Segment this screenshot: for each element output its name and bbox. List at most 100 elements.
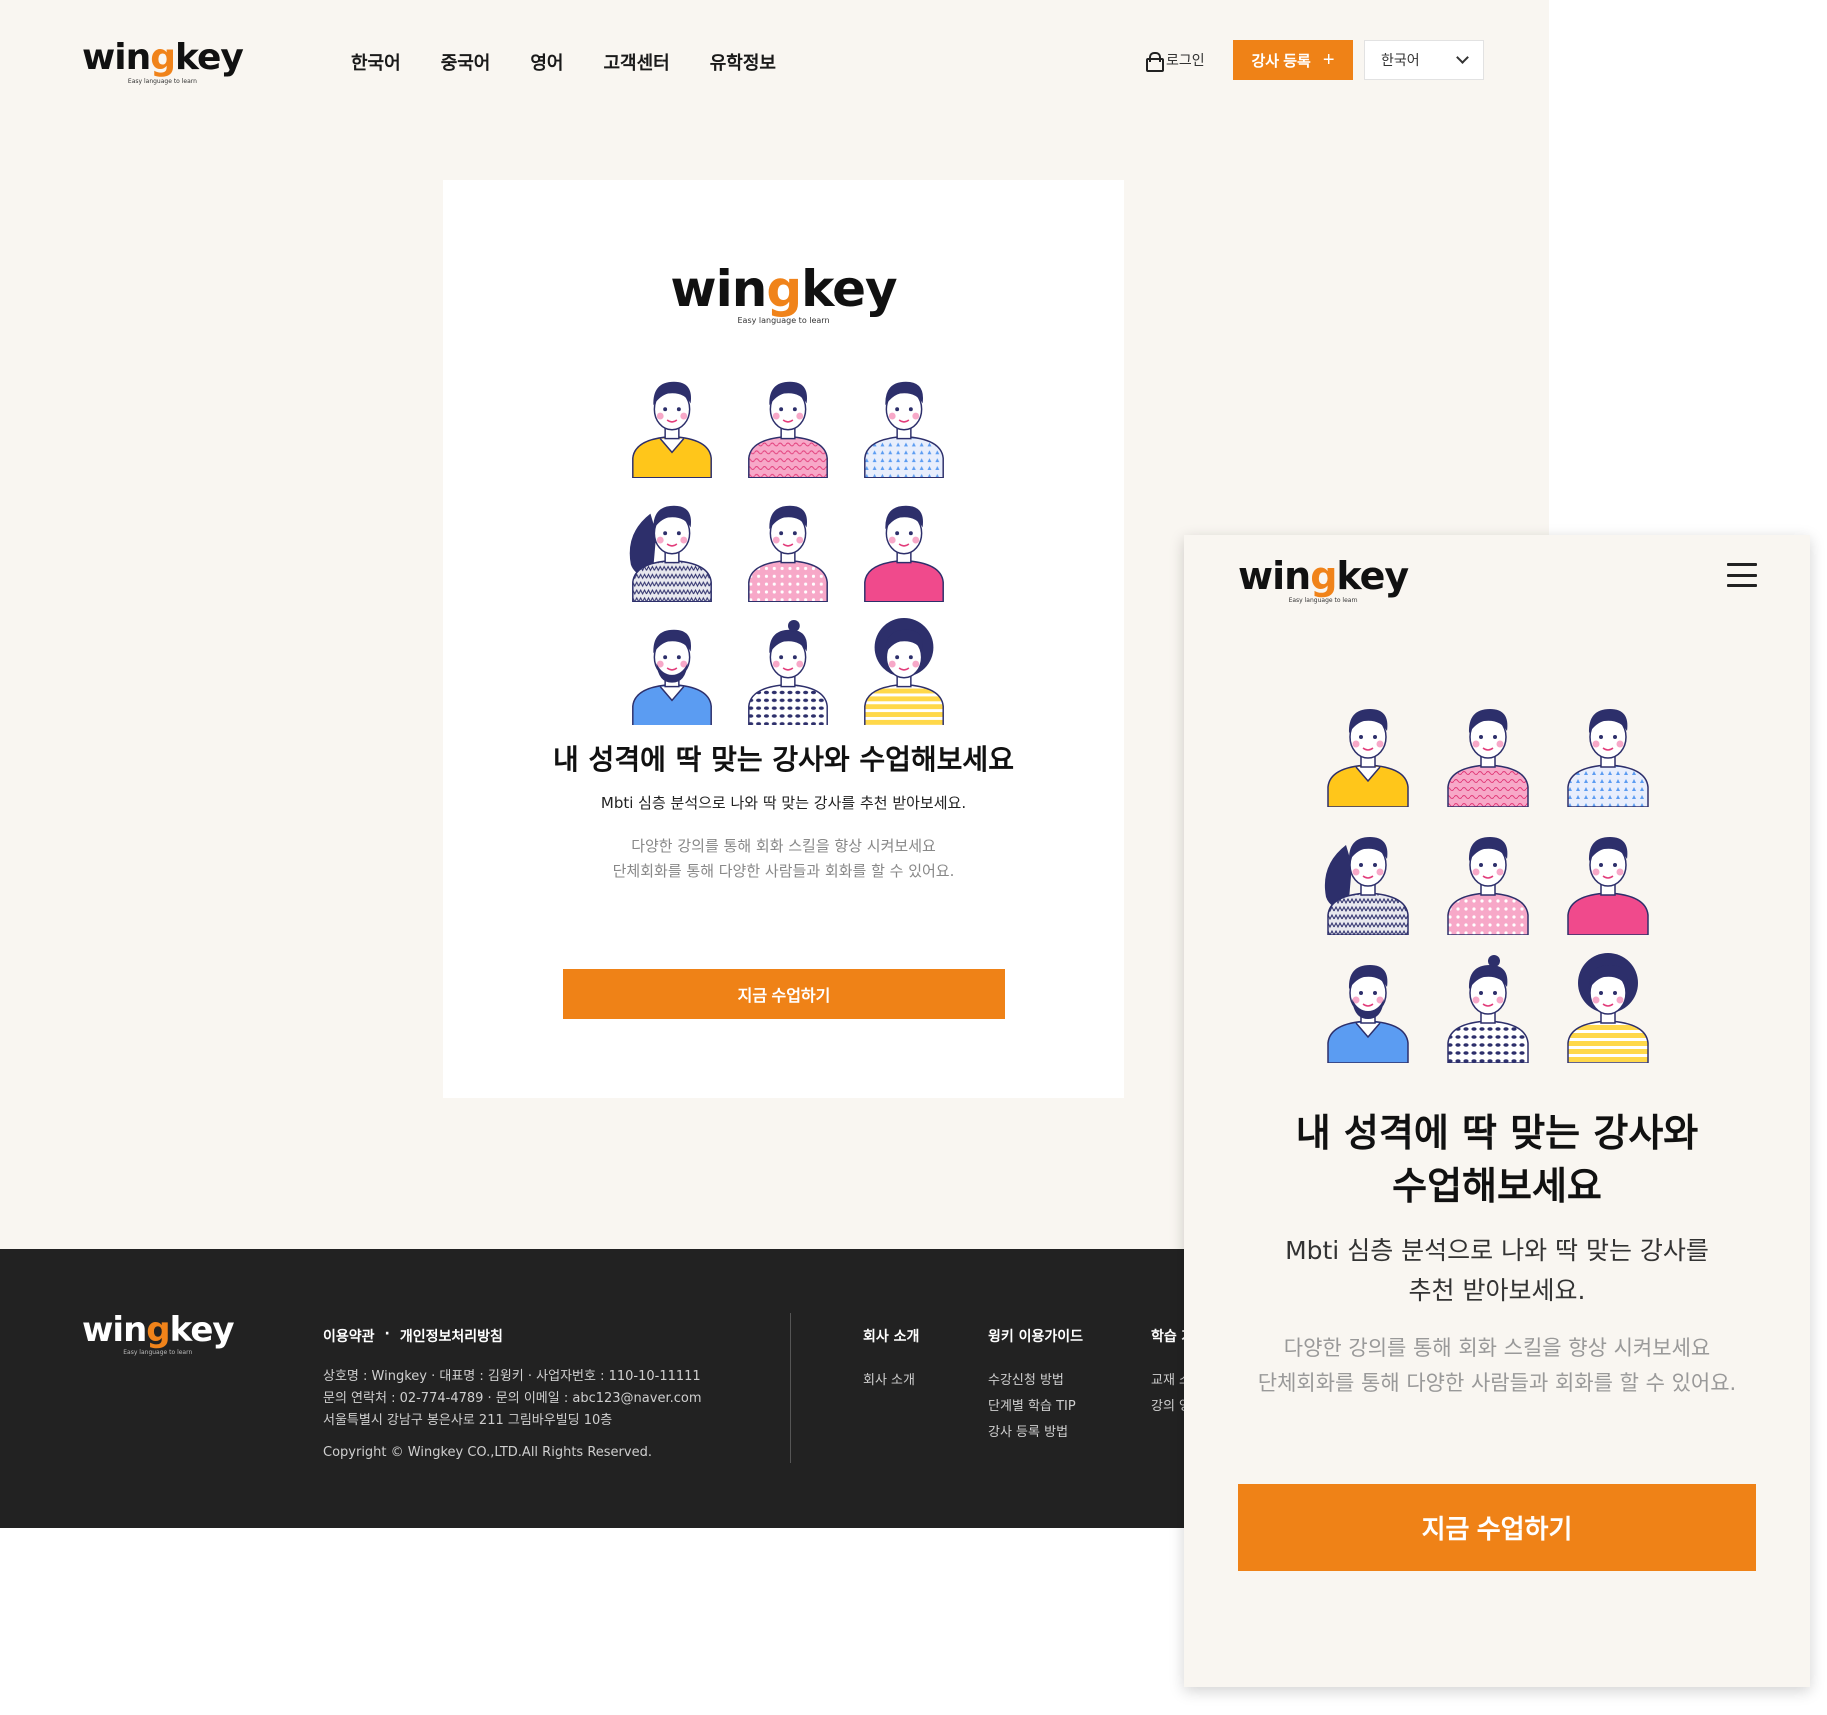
policy-separator: · — [384, 1326, 390, 1342]
hamburger-icon[interactable] — [1727, 563, 1757, 587]
language-select[interactable]: 한국어 — [1364, 40, 1484, 80]
avatar-illustration — [1327, 709, 1409, 808]
footer-logo[interactable]: wingkey Easy language to learn — [82, 1313, 235, 1356]
avatar-illustration — [748, 619, 828, 727]
avatar-illustration — [632, 629, 712, 727]
nav-korean[interactable]: 한국어 — [351, 49, 401, 75]
lock-icon — [1146, 52, 1164, 72]
copyright: Copyright © Wingkey CO.,LTD.All Rights R… — [323, 1445, 652, 1460]
nav-chinese[interactable]: 중국어 — [441, 49, 491, 75]
card-logo: wingkey Easy language to learn — [443, 264, 1124, 325]
login-link[interactable]: 로그인 — [1146, 50, 1205, 72]
logo-wordmark: wingkey — [82, 37, 244, 78]
avatar-illustration — [748, 381, 828, 479]
company-info-line: 서울특별시 강남구 봉은사로 211 그림바우빌딩 10층 — [323, 1413, 613, 1428]
footer-col-title: 윙키 이용가이드 — [988, 1329, 1084, 1345]
footer-col-company: 회사 소개 회사 소개 — [863, 1326, 919, 1394]
avatar — [855, 617, 953, 730]
avatar-illustration — [1447, 837, 1529, 936]
avatar-illustration — [1567, 953, 1649, 1064]
logo-tagline: Easy language to learn — [737, 316, 830, 325]
mobile-logo[interactable]: wingkey Easy language to learn — [1238, 554, 1409, 604]
avatar — [623, 494, 721, 606]
start-class-button[interactable]: 지금 수업하기 — [563, 969, 1005, 1019]
header-logo[interactable]: wingkey Easy language to learn — [82, 37, 244, 86]
avatar-illustration — [1324, 837, 1409, 936]
avatar — [1318, 953, 1418, 1067]
avatar — [739, 370, 837, 482]
mobile-subtitle: Mbti 심층 분석으로 나와 딱 맞는 강사를 추천 받아보세요. — [1184, 1231, 1810, 1311]
avatar — [1558, 825, 1658, 939]
avatar-illustration — [629, 505, 712, 603]
mobile-mockup: wingkey Easy language to learn 내 성격에 딱 맞… — [1184, 535, 1810, 1687]
avatar-illustration — [1447, 955, 1529, 1064]
mobile-description: 다양한 강의를 통해 회화 스킬을 향상 시켜보세요 단체회화를 통해 다양한 … — [1184, 1331, 1810, 1401]
card-desc-line: 다양한 강의를 통해 회화 스킬을 향상 시켜보세요 — [631, 837, 936, 855]
card-subtitle: Mbti 심층 분석으로 나와 딱 맞는 강사를 추천 받아보세요. — [600, 794, 967, 812]
mobile-title: 내 성격에 딱 맞는 강사와 수업해보세요 — [1184, 1107, 1810, 1213]
avatar-illustration — [864, 381, 944, 479]
avatar — [1318, 825, 1418, 939]
card-desc-line: 단체회화를 통해 다양한 사람들과 회화를 할 수 있어요. — [612, 862, 955, 880]
plus-icon: + — [1322, 48, 1335, 71]
avatar-illustration — [1447, 709, 1529, 808]
avatar — [623, 618, 721, 730]
avatar — [739, 494, 837, 606]
avatar-illustration — [1327, 965, 1409, 1064]
promo-card: wingkey Easy language to learn 내 성격에 딱 맞… — [443, 180, 1124, 1098]
logo-tagline: Easy language to learn — [1288, 597, 1358, 604]
logo-wordmark: wingkey — [670, 260, 897, 318]
avatar — [855, 494, 953, 606]
footer-link[interactable]: 단계별 학습 TIP — [988, 1394, 1083, 1420]
nav-english[interactable]: 영어 — [530, 49, 563, 75]
avatar-illustration — [1567, 837, 1649, 936]
privacy-link[interactable]: 개인정보처리방침 — [400, 1326, 503, 1346]
language-selected: 한국어 — [1381, 53, 1420, 69]
mobile-desc-line: 다양한 강의를 통해 회화 스킬을 향상 시켜보세요 — [1283, 1336, 1711, 1360]
nav-study-abroad[interactable]: 유학정보 — [710, 49, 776, 75]
avatar — [1438, 825, 1538, 939]
avatar — [1558, 697, 1658, 811]
terms-link[interactable]: 이용약관 — [323, 1326, 375, 1346]
card-description: 다양한 강의를 통해 회화 스킬을 향상 시켜보세요 단체회화를 통해 다양한 … — [443, 834, 1124, 884]
avatar — [623, 370, 721, 482]
avatar — [739, 618, 837, 730]
mobile-start-class-button[interactable]: 지금 수업하기 — [1238, 1484, 1756, 1571]
avatar-grid — [623, 370, 953, 729]
avatar-illustration — [748, 505, 828, 603]
avatar-illustration — [864, 617, 944, 727]
footer-divider — [790, 1313, 791, 1463]
mobile-title-line: 내 성격에 딱 맞는 강사와 — [1295, 1111, 1699, 1155]
logo-wordmark: wingkey — [1238, 554, 1409, 598]
avatar — [855, 370, 953, 482]
mobile-title-line: 수업해보세요 — [1392, 1164, 1602, 1208]
register-instructor-button[interactable]: 강사 등록 + — [1233, 40, 1353, 80]
footer-link[interactable]: 강사 등록 방법 — [988, 1420, 1083, 1446]
login-label: 로그인 — [1166, 53, 1205, 69]
avatar-illustration — [864, 505, 944, 603]
main-nav: 한국어 중국어 영어 고객센터 유학정보 — [351, 49, 776, 75]
avatar — [1438, 697, 1538, 811]
company-info: 상호명 : Wingkey · 대표명 : 김윙키 · 사업자번호 : 110-… — [323, 1366, 702, 1432]
policy-links: 이용약관 · 개인정보처리방침 — [323, 1326, 503, 1346]
mobile-subtitle-line: Mbti 심층 분석으로 나와 딱 맞는 강사를 — [1285, 1236, 1709, 1265]
avatar — [1558, 953, 1658, 1067]
nav-customer-center[interactable]: 고객센터 — [604, 49, 670, 75]
avatar — [1438, 953, 1538, 1067]
logo-tagline: Easy language to learn — [127, 78, 197, 85]
footer-link[interactable]: 회사 소개 — [863, 1368, 919, 1394]
avatar-grid — [1318, 697, 1658, 1067]
footer-col-title: 회사 소개 — [863, 1329, 920, 1345]
logo-tagline: Easy language to learn — [123, 1349, 193, 1356]
avatar-illustration — [632, 381, 712, 479]
company-info-line: 문의 연락처 : 02-774-4789 · 문의 이메일 : abc123@n… — [323, 1391, 702, 1406]
mobile-subtitle-line: 추천 받아보세요. — [1408, 1276, 1586, 1305]
chevron-down-icon — [1456, 51, 1469, 64]
register-label: 강사 등록 — [1251, 52, 1311, 70]
footer-link[interactable]: 수강신청 방법 — [988, 1368, 1083, 1394]
avatar — [1318, 697, 1418, 811]
avatar-illustration — [1567, 709, 1649, 808]
card-title: 내 성격에 딱 맞는 강사와 수업해보세요 — [553, 743, 1014, 776]
mobile-desc-line: 단체회화를 통해 다양한 사람들과 회화를 할 수 있어요. — [1257, 1371, 1737, 1395]
company-info-line: 상호명 : Wingkey · 대표명 : 김윙키 · 사업자번호 : 110-… — [323, 1369, 701, 1384]
